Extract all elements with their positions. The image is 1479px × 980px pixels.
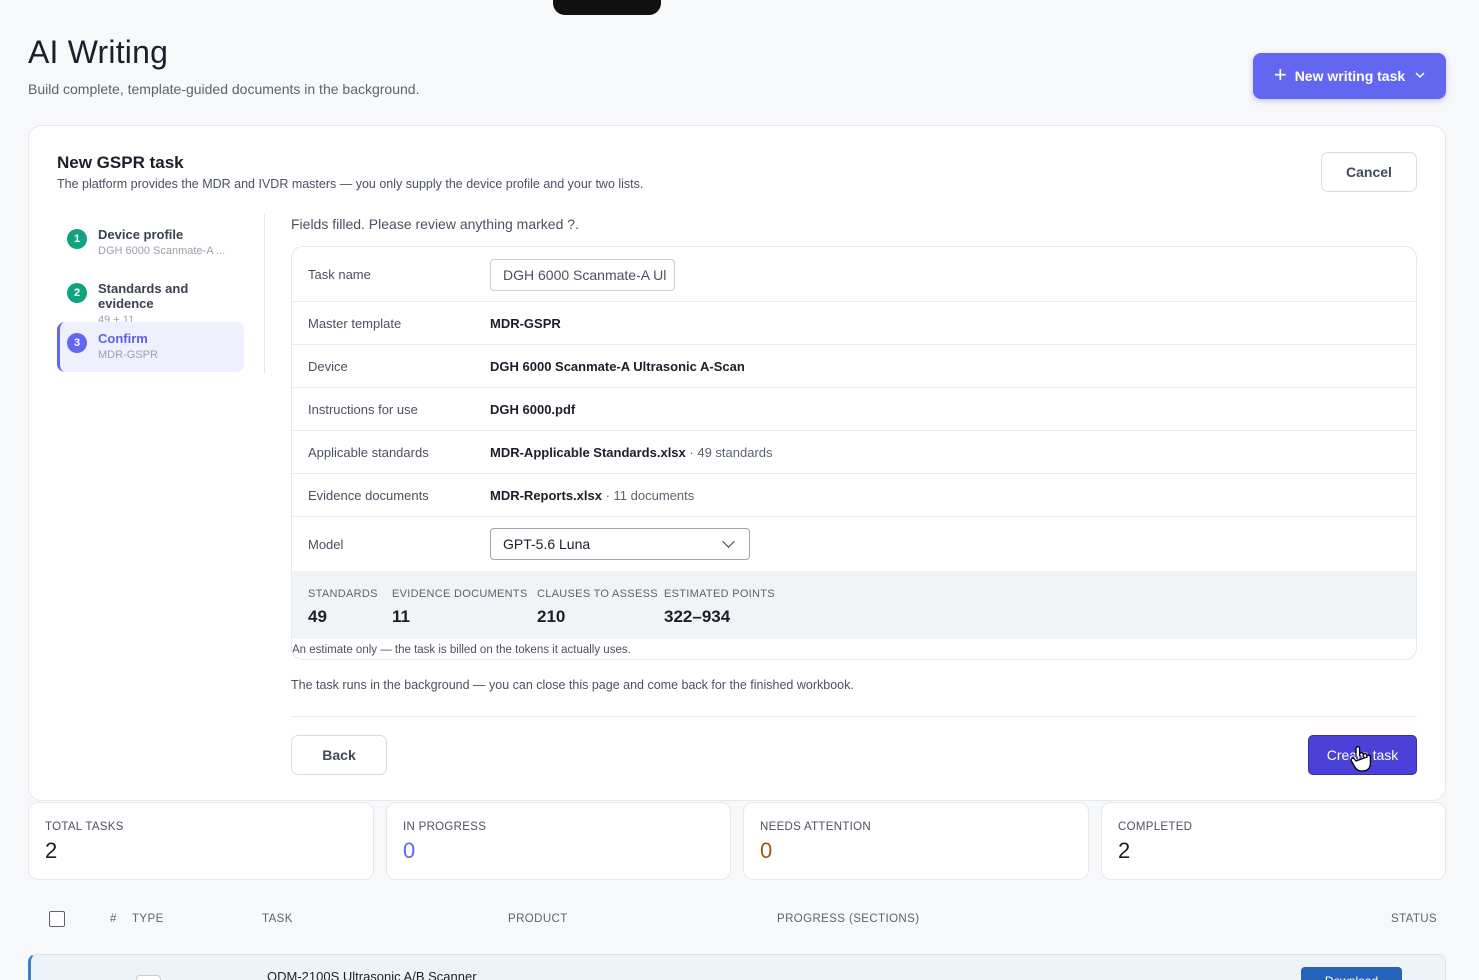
row-evidence: Evidence documents MDR-Reports.xlsx · 11…	[292, 474, 1416, 517]
column-header-progress[interactable]: PROGRESS (SECTIONS)	[777, 913, 919, 925]
select-all-checkbox[interactable]	[49, 911, 65, 927]
kpi-value: 2	[1118, 838, 1131, 863]
cursor-hand-icon	[1350, 746, 1372, 772]
review-panel: Task name DGH 6000 Scanmate-A Ul Master …	[291, 246, 1417, 660]
row-device: Device DGH 6000 Scanmate-A Ultrasonic A-…	[292, 345, 1416, 388]
chevron-down-icon	[722, 535, 735, 548]
kpi-value: 0	[760, 838, 773, 863]
standards-count: · 49 standards	[685, 445, 773, 460]
stat-standards: STANDARDS 49	[308, 588, 378, 627]
step-number: 3	[67, 333, 87, 353]
stat-estimated-points: ESTIMATED POINTS 322–934	[664, 588, 775, 627]
step-number: 1	[67, 229, 87, 249]
background-note: The task runs in the background — you ca…	[291, 678, 854, 692]
kpi-needs-attention: NEEDS ATTENTION 0	[743, 802, 1089, 880]
kpi-total-tasks: TOTAL TASKS 2	[28, 802, 374, 880]
kpi-completed: COMPLETED 2	[1101, 802, 1446, 880]
column-header-status[interactable]: STATUS	[1391, 913, 1437, 925]
stat-value: 210	[537, 607, 566, 626]
column-header-number: #	[110, 913, 117, 925]
table-row[interactable]: ODM-2100S Ultrasonic A/B Scanner Downloa…	[28, 954, 1446, 980]
type-badge	[136, 975, 161, 980]
device-label: Device	[308, 359, 348, 374]
card-subtitle: The platform provides the MDR and IVDR m…	[57, 177, 644, 191]
task-name-input[interactable]: DGH 6000 Scanmate-A Ul	[490, 259, 675, 291]
step-standards-evidence[interactable]: 2 Standards and evidence 49 + 11	[57, 272, 244, 326]
step-label: Confirm	[98, 331, 148, 346]
kpi-label: IN PROGRESS	[403, 821, 487, 833]
row-ifu: Instructions for use DGH 6000.pdf	[292, 388, 1416, 431]
standards-value: MDR-Applicable Standards.xlsx · 49 stand…	[490, 445, 773, 460]
step-device-profile[interactable]: 1 Device profile DGH 6000 Scanmate-A ...	[57, 218, 244, 268]
ifu-label: Instructions for use	[308, 402, 418, 417]
stat-value: 322–934	[664, 607, 731, 626]
chevron-down-icon	[1415, 70, 1425, 82]
kpi-in-progress: IN PROGRESS 0	[386, 802, 731, 880]
column-header-product[interactable]: PRODUCT	[508, 913, 568, 925]
master-template-value: MDR-GSPR	[490, 316, 561, 331]
page-subtitle: Build complete, template-guided document…	[28, 81, 420, 97]
camera-notch	[553, 0, 661, 15]
model-select[interactable]: GPT-5.6 Luna	[490, 528, 750, 560]
step-number: 2	[67, 283, 87, 303]
row-standards: Applicable standards MDR-Applicable Stan…	[292, 431, 1416, 474]
model-value: GPT-5.6 Luna	[503, 536, 591, 552]
new-writing-task-button[interactable]: + New writing task	[1253, 53, 1446, 99]
device-value: DGH 6000 Scanmate-A Ultrasonic A-Scan	[490, 359, 745, 374]
evidence-count: · 11 documents	[601, 488, 695, 503]
column-header-task[interactable]: TASK	[262, 913, 293, 925]
evidence-value: MDR-Reports.xlsx · 11 documents	[490, 488, 694, 503]
evidence-file: MDR-Reports.xlsx	[490, 488, 602, 503]
evidence-label: Evidence documents	[308, 488, 429, 503]
kpi-label: COMPLETED	[1118, 821, 1193, 833]
ifu-value: DGH 6000.pdf	[490, 402, 576, 417]
step-summary: DGH 6000 Scanmate-A ...	[98, 245, 226, 257]
kpi-value: 2	[45, 838, 58, 863]
page-title: AI Writing	[28, 34, 169, 70]
kpi-label: NEEDS ATTENTION	[760, 821, 871, 833]
master-template-label: Master template	[308, 316, 402, 331]
new-writing-task-label: New writing task	[1294, 68, 1406, 84]
fields-filled-message: Fields filled. Please review anything ma…	[291, 216, 579, 232]
row-task-name: Task name DGH 6000 Scanmate-A Ul	[292, 247, 1416, 302]
estimate-summary: STANDARDS 49 EVIDENCE DOCUMENTS 11 CLAUS…	[292, 571, 1416, 639]
wizard-steps: 1 Device profile DGH 6000 Scanmate-A ...…	[57, 214, 265, 374]
step-label: Standards and evidence	[98, 281, 189, 311]
new-task-card: New GSPR task The platform provides the …	[28, 125, 1446, 801]
step-label: Device profile	[98, 227, 184, 242]
stat-value: 49	[308, 607, 327, 626]
kpi-label: TOTAL TASKS	[45, 821, 124, 833]
tasks-table-header: # TYPE TASK PRODUCT PROGRESS (SECTIONS) …	[28, 905, 1446, 935]
stat-value: 11	[392, 607, 410, 626]
plus-icon: +	[1273, 62, 1287, 87]
task-title[interactable]: ODM-2100S Ultrasonic A/B Scanner	[267, 969, 477, 980]
task-name-label: Task name	[308, 267, 371, 282]
standards-file: MDR-Applicable Standards.xlsx	[490, 445, 686, 460]
standards-label: Applicable standards	[308, 445, 429, 460]
column-header-type[interactable]: TYPE	[132, 913, 164, 925]
kpi-value: 0	[403, 838, 416, 863]
row-model: Model GPT-5.6 Luna	[292, 517, 1416, 571]
back-button[interactable]: Back	[291, 735, 387, 775]
stat-evidence-documents: EVIDENCE DOCUMENTS 11	[392, 588, 528, 627]
stat-clauses: CLAUSES TO ASSESS 210	[537, 588, 658, 627]
stat-label: EVIDENCE DOCUMENTS	[392, 588, 528, 600]
stat-label: CLAUSES TO ASSESS	[537, 588, 658, 600]
stat-label: ESTIMATED POINTS	[664, 588, 775, 600]
step-summary: MDR-GSPR	[98, 349, 158, 361]
divider	[291, 716, 1417, 717]
model-label: Model	[308, 537, 344, 552]
download-button[interactable]: Download	[1301, 967, 1402, 980]
card-title: New GSPR task	[57, 153, 184, 172]
row-master-template: Master template MDR-GSPR	[292, 302, 1416, 345]
cancel-button[interactable]: Cancel	[1321, 152, 1417, 192]
stat-label: STANDARDS	[308, 588, 378, 600]
step-confirm[interactable]: 3 Confirm MDR-GSPR	[57, 322, 244, 372]
estimate-note: An estimate only — the task is billed on…	[292, 644, 631, 656]
